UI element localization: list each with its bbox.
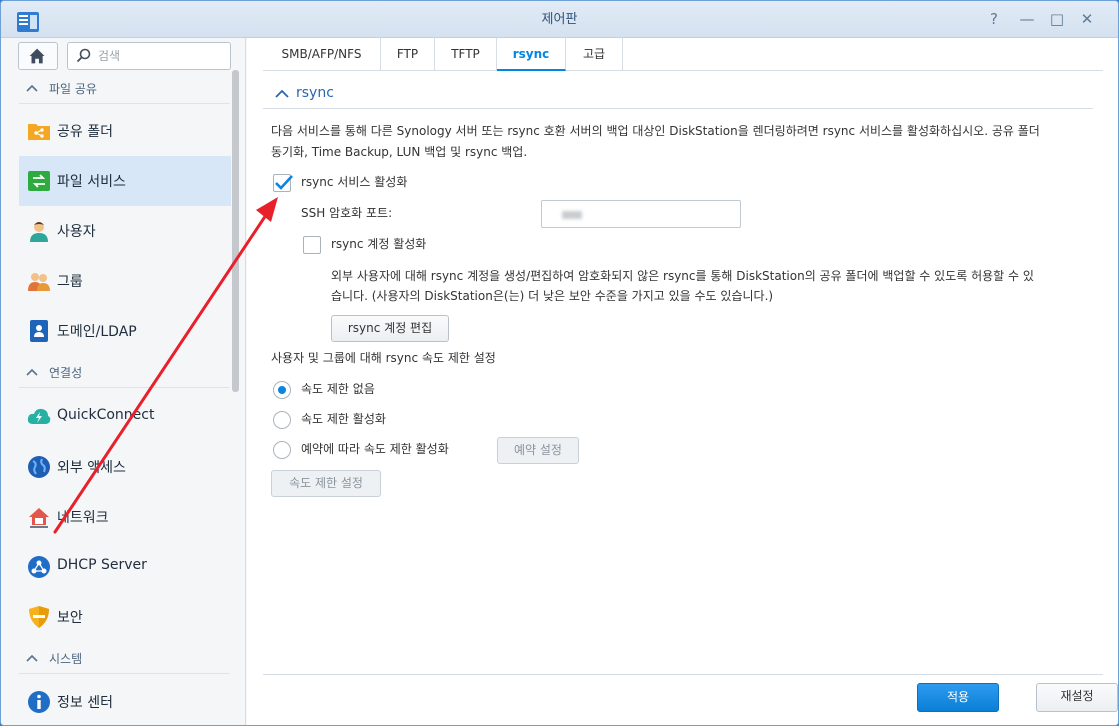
sidebar-item-label: 공유 폴더 (57, 124, 113, 140)
sidebar-item-label: 외부 액세스 (57, 460, 126, 476)
sidebar-item-network[interactable]: 네트워크 (19, 492, 231, 542)
ssh-port-label: SSH 암호화 포트: (301, 206, 393, 220)
sidebar-item-dhcp-server[interactable]: DHCP Server (19, 542, 231, 592)
main-panel: SMB/AFP/NFS FTP TFTP rsync 고급 rsync 다음 서… (247, 38, 1118, 725)
section-description-line-2: 동기화, Time Backup, LUN 백업 및 rsync 백업. (271, 145, 528, 159)
sidebar: 파일 공유 공유 폴더 파일 서비스 사용자 (1, 38, 246, 725)
sidebar-item-label: QuickConnect (57, 407, 155, 423)
chevron-up-icon (275, 89, 289, 98)
tab-smb-afp-nfs[interactable]: SMB/AFP/NFS (263, 38, 381, 71)
section-label: 파일 공유 (49, 82, 97, 96)
quickconnect-icon (27, 408, 51, 424)
radio-enable-speed-limit-label: 속도 제한 활성화 (301, 412, 386, 426)
sidebar-scrollbar[interactable] (232, 70, 239, 392)
edit-rsync-account-button[interactable]: rsync 계정 편집 (331, 315, 449, 342)
shared-folder-icon (28, 124, 50, 140)
dhcp-server-icon (28, 556, 50, 578)
search-box[interactable] (67, 42, 231, 70)
window-title: 제어판 (541, 12, 578, 27)
tab-ftp[interactable]: FTP (381, 38, 435, 71)
section-description-line-1: 다음 서비스를 통해 다른 Synology 서버 또는 rsync 호환 서버… (271, 124, 1040, 138)
section-system[interactable]: 시스템 (19, 644, 230, 674)
sidebar-item-security[interactable]: 보안 (19, 592, 231, 642)
speed-limit-settings-button[interactable]: 속도 제한 설정 (271, 470, 381, 497)
domain-ldap-icon (30, 320, 48, 342)
sidebar-item-label: 사용자 (57, 224, 96, 240)
sidebar-item-user[interactable]: 사용자 (19, 206, 231, 256)
speed-limit-heading: 사용자 및 그룹에 대해 rsync 속도 제한 설정 (271, 351, 496, 365)
home-button[interactable] (18, 42, 58, 70)
chevron-up-icon (26, 654, 38, 662)
info-center-icon (28, 691, 50, 713)
sidebar-item-label: 보안 (57, 610, 83, 626)
sidebar-item-label: 그룹 (57, 274, 83, 290)
radio-schedule-speed-limit-label: 예약에 따라 속도 제한 활성화 (301, 442, 449, 456)
sidebar-item-label: DHCP Server (57, 557, 147, 573)
sidebar-item-label: 도메인/LDAP (57, 324, 137, 340)
sidebar-item-shared-folder[interactable]: 공유 폴더 (19, 106, 231, 156)
close-icon[interactable]: ✕ (1078, 10, 1096, 28)
redacted-port-value (562, 211, 582, 219)
file-services-icon (28, 171, 50, 191)
section-file-sharing[interactable]: 파일 공유 (19, 74, 230, 104)
search-icon (76, 48, 91, 63)
enable-rsync-account-checkbox[interactable] (303, 236, 321, 254)
section-title: rsync (296, 85, 334, 101)
help-icon[interactable]: ? (985, 10, 1003, 28)
account-description-line-2: 습니다. (사용자의 DiskStation은(는) 더 낮은 보안 수준을 가… (331, 289, 774, 303)
title-bar[interactable]: 제어판 ? — □ ✕ (1, 1, 1118, 38)
enable-rsync-checkbox[interactable] (273, 174, 293, 192)
apply-button[interactable]: 적용 (917, 683, 999, 712)
enable-rsync-account-label: rsync 계정 활성화 (331, 237, 427, 251)
section-label: 연결성 (49, 366, 83, 380)
home-icon (29, 48, 45, 64)
rsync-section-header[interactable]: rsync (263, 79, 1093, 109)
sidebar-item-label: 정보 센터 (57, 695, 113, 711)
user-icon (30, 222, 48, 242)
chevron-up-icon (26, 84, 38, 92)
footer-divider (263, 674, 1103, 675)
chevron-up-icon (26, 368, 38, 376)
checkmark-icon (275, 175, 293, 190)
tab-bar: SMB/AFP/NFS FTP TFTP rsync 고급 (263, 38, 1103, 71)
sidebar-item-info-center[interactable]: 정보 센터 (19, 677, 231, 725)
tab-advanced[interactable]: 고급 (566, 38, 623, 71)
tab-tftp[interactable]: TFTP (435, 38, 497, 71)
group-icon (28, 273, 50, 291)
maximize-icon[interactable]: □ (1048, 10, 1066, 28)
sidebar-item-group[interactable]: 그룹 (19, 256, 231, 306)
sidebar-item-label: 파일 서비스 (57, 174, 126, 190)
ssh-port-field[interactable] (541, 200, 741, 228)
sidebar-item-external-access[interactable]: 외부 액세스 (19, 442, 231, 492)
schedule-settings-button[interactable]: 예약 설정 (497, 437, 579, 464)
network-icon (29, 508, 49, 528)
section-label: 시스템 (49, 652, 83, 666)
account-description-line-1: 외부 사용자에 대해 rsync 계정을 생성/편집하여 암호화되지 않은 rs… (331, 269, 1034, 283)
sidebar-item-domain-ldap[interactable]: 도메인/LDAP (19, 306, 231, 356)
minimize-icon[interactable]: — (1018, 10, 1036, 28)
sidebar-item-label: 네트워크 (57, 510, 109, 526)
enable-rsync-label: rsync 서비스 활성화 (301, 175, 408, 189)
radio-no-speed-limit[interactable] (273, 381, 291, 399)
security-shield-icon (29, 606, 49, 628)
sidebar-item-file-services[interactable]: 파일 서비스 (19, 156, 231, 206)
sidebar-item-quickconnect[interactable]: QuickConnect (19, 392, 231, 442)
external-access-icon (28, 456, 50, 478)
search-input[interactable] (98, 46, 226, 66)
tab-rsync[interactable]: rsync (497, 38, 566, 71)
section-connectivity[interactable]: 연결성 (19, 358, 230, 388)
reset-button[interactable]: 재설정 (1036, 683, 1118, 712)
radio-schedule-speed-limit[interactable] (273, 441, 291, 459)
radio-enable-speed-limit[interactable] (273, 411, 291, 429)
radio-no-speed-limit-label: 속도 제한 없음 (301, 382, 375, 396)
control-panel-window: 제어판 ? — □ ✕ 파일 공유 (0, 0, 1119, 726)
